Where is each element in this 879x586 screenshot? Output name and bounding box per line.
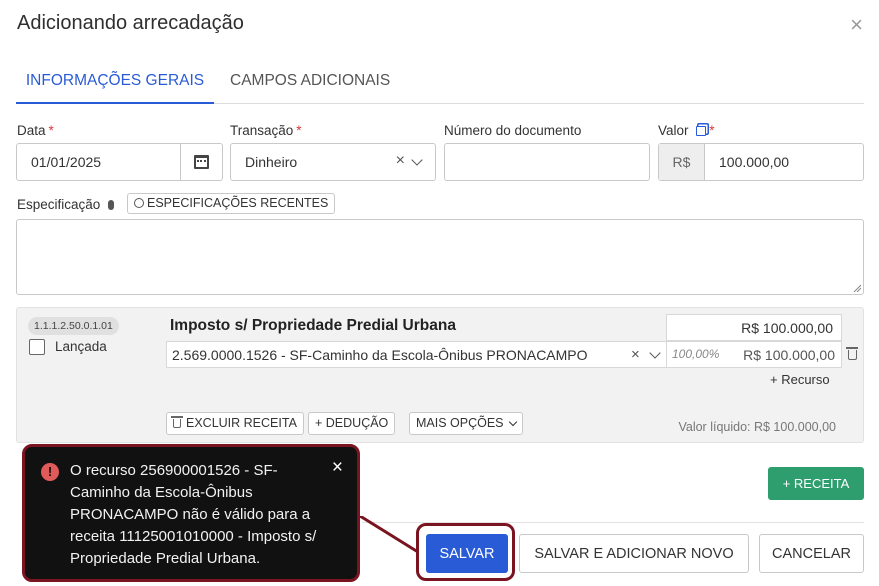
required-mark: *	[296, 123, 302, 138]
valor-value: 100.000,00	[719, 154, 790, 170]
valor-liquido: Valor líquido: R$ 100.000,00	[678, 420, 836, 434]
toast-message: O recurso 256900001526 - SF-Caminho da E…	[70, 462, 317, 567]
receita-panel: 1.1.1.2.50.0.1.01 Lançada Imposto s/ Pro…	[16, 307, 864, 443]
callout-connector	[360, 516, 419, 554]
lancada-checkbox[interactable]	[29, 339, 45, 355]
receita-title: Imposto s/ Propriedade Predial Urbana	[170, 317, 456, 334]
chevron-down-icon[interactable]	[411, 154, 423, 166]
copy-icon[interactable]	[696, 126, 707, 136]
recurso-name: 2.569.0000.1526 - SF-Caminho da Escola-Ô…	[172, 347, 588, 363]
mais-opcoes-label: MAIS OPÇÕES	[416, 416, 504, 430]
resize-handle-icon[interactable]	[853, 284, 861, 292]
divider	[666, 342, 667, 367]
modal-title: Adicionando arrecadação	[17, 12, 244, 34]
tab-informacoes-gerais[interactable]: INFORMAÇÕES GERAIS	[16, 72, 214, 104]
transacao-label: Transação *	[230, 123, 302, 138]
currency-prefix: R$	[659, 144, 705, 180]
recurso-percent[interactable]: 100,00%	[672, 347, 719, 361]
especificacoes-recentes-label: ESPECIFICAÇÕES RECENTES	[147, 196, 329, 210]
excluir-receita-label: EXCLUIR RECEITA	[186, 416, 297, 430]
chevron-down-icon	[508, 417, 518, 427]
especificacao-label-text: Especificação	[17, 197, 101, 212]
transacao-value: Dinheiro	[245, 154, 298, 170]
transacao-select[interactable]: Dinheiro ×	[230, 143, 436, 181]
error-toast: ! O recurso 256900001526 - SF-Caminho da…	[22, 444, 360, 582]
calendar-button[interactable]	[180, 144, 222, 180]
valor-input[interactable]: R$ 100.000,00	[658, 143, 864, 181]
data-label-text: Data	[17, 123, 46, 138]
calendar-icon	[194, 155, 209, 169]
error-icon: !	[41, 463, 59, 481]
especificacao-textarea[interactable]	[16, 219, 864, 295]
add-receita-button[interactable]: + RECEITA	[768, 467, 864, 500]
close-icon[interactable]: ×	[332, 457, 343, 479]
trash-icon	[171, 416, 183, 428]
transacao-label-text: Transação	[230, 123, 294, 138]
tab-bar: INFORMAÇÕES GERAIS CAMPOS ADICIONAIS	[16, 64, 864, 104]
tab-campos-adicionais[interactable]: CAMPOS ADICIONAIS	[230, 72, 390, 104]
highlight-box	[416, 523, 515, 581]
salvar-adicionar-novo-button[interactable]: SALVAR E ADICIONAR NOVO	[519, 534, 749, 573]
especificacoes-recentes-button[interactable]: ESPECIFICAÇÕES RECENTES	[127, 193, 336, 214]
date-value: 01/01/2025	[31, 154, 102, 170]
trash-icon[interactable]	[846, 347, 858, 360]
data-label: Data *	[17, 123, 54, 138]
cancelar-button[interactable]: CANCELAR	[759, 534, 864, 573]
receita-total-input[interactable]: R$ 100.000,00	[666, 314, 842, 341]
clear-icon[interactable]: ×	[631, 346, 640, 363]
required-mark: *	[48, 123, 54, 138]
valor-label: Valor *	[658, 123, 715, 138]
especificacao-label: Especificação	[17, 197, 115, 212]
mais-opcoes-button[interactable]: MAIS OPÇÕES	[409, 412, 524, 435]
deducao-button[interactable]: + DEDUÇÃO	[308, 412, 396, 435]
add-recurso-button[interactable]: + Recurso	[770, 372, 830, 387]
excluir-receita-button[interactable]: EXCLUIR RECEITA	[166, 412, 304, 435]
date-input[interactable]: 01/01/2025	[16, 143, 223, 181]
clock-icon	[134, 198, 144, 208]
numero-documento-input[interactable]	[444, 143, 650, 181]
required-mark: *	[709, 123, 715, 138]
clear-icon[interactable]: ×	[396, 152, 405, 170]
valor-label-text: Valor	[658, 123, 689, 138]
recurso-value[interactable]: R$ 100.000,00	[743, 347, 835, 363]
lancada-label: Lançada	[55, 339, 107, 354]
receita-code-badge: 1.1.1.2.50.0.1.01	[28, 317, 119, 335]
microphone-icon[interactable]	[108, 200, 115, 210]
chevron-down-icon[interactable]	[649, 347, 661, 359]
numero-documento-label: Número do documento	[444, 123, 582, 138]
close-icon[interactable]: ×	[850, 14, 863, 36]
recurso-row[interactable]: 2.569.0000.1526 - SF-Caminho da Escola-Ô…	[166, 341, 842, 368]
